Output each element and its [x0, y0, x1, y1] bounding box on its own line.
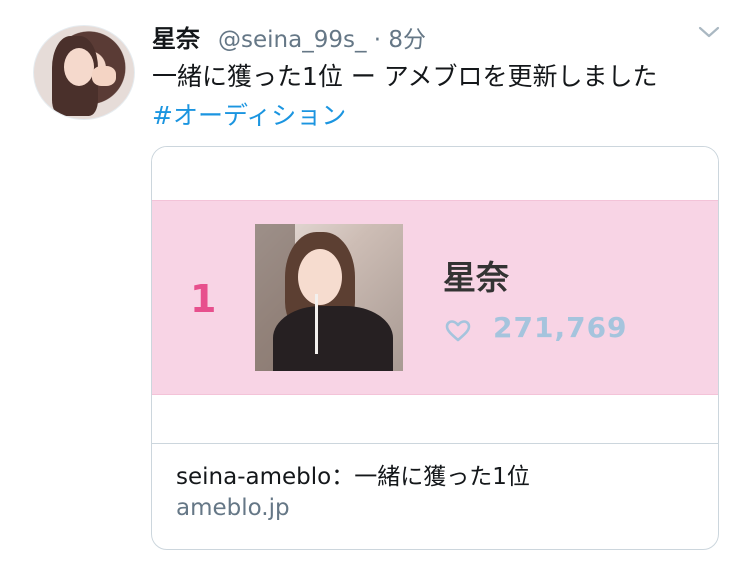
card-title[interactable]: seina-ameblo：一緒に獲った1位 — [176, 457, 530, 491]
tweet-text: 一緒に獲った1位 ー アメブロを更新しました — [152, 62, 658, 91]
display-name[interactable]: 星奈 — [152, 19, 200, 54]
photo-body — [273, 306, 393, 371]
heart-icon — [445, 320, 471, 342]
link-card[interactable]: 1 星奈 271,769 seina-ameblo：一緒に獲った1位 amebl… — [151, 146, 719, 550]
avatar[interactable] — [33, 25, 135, 120]
card-divider — [152, 443, 718, 444]
photo-face — [298, 249, 342, 305]
photo-straw — [315, 294, 318, 354]
chevron-down-icon[interactable] — [697, 22, 721, 42]
avatar-hand — [92, 66, 116, 86]
ranking-name: 星奈 — [443, 258, 509, 297]
avatar-face — [64, 48, 94, 86]
card-image[interactable]: 1 星奈 271,769 — [152, 147, 718, 443]
tweet-time[interactable]: · 8分 — [374, 27, 426, 53]
ranking-photo — [255, 224, 403, 371]
handle-and-time[interactable]: @seina_99s_ · 8分 — [218, 20, 426, 54]
ranking-row: 1 星奈 271,769 — [152, 200, 718, 395]
hashtag-link[interactable]: #オーディション — [152, 96, 346, 132]
like-count: 271,769 — [493, 311, 628, 344]
user-handle[interactable]: @seina_99s_ — [218, 27, 366, 53]
rank-number: 1 — [190, 277, 217, 321]
card-domain[interactable]: ameblo.jp — [176, 495, 290, 521]
